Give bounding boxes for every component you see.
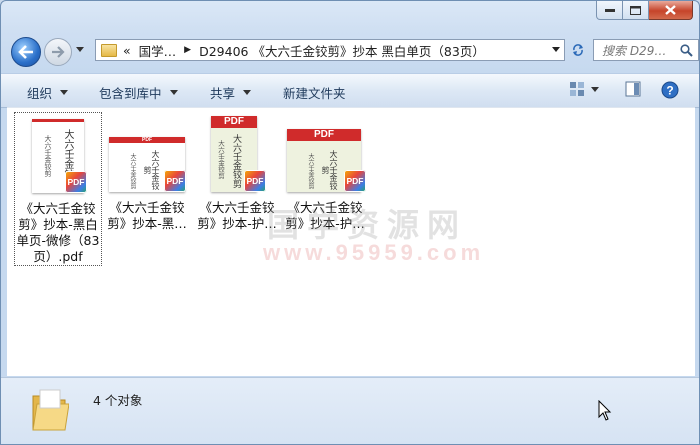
minimize-button[interactable] (596, 1, 623, 20)
include-in-library-menu[interactable]: 包含到库中 (99, 83, 178, 102)
cover-text: 大六壬金铰剪 (44, 135, 52, 177)
new-folder-button[interactable]: 新建文件夹 (283, 83, 346, 102)
chevron-down-icon (60, 90, 69, 95)
back-arrow-icon (18, 45, 33, 59)
forward-arrow-icon (52, 46, 65, 58)
file-item[interactable]: 大六壬金铰剪 大六壬金铰剪 PDF 《大六壬金铰剪》抄本-黑白单页-微修（83页… (14, 112, 102, 266)
breadcrumb-parent[interactable]: 国学… (139, 41, 177, 60)
command-bar: 组织 包含到库中 共享 新建文件夹 ? (1, 73, 699, 108)
maximize-button[interactable] (623, 1, 649, 20)
breadcrumb-separator-icon[interactable]: ▶ (184, 45, 191, 55)
details-pane: 4 个对象 (1, 377, 699, 444)
minimize-icon (604, 9, 615, 12)
refresh-icon (573, 44, 583, 56)
share-menu[interactable]: 共享 (210, 83, 252, 102)
search-placeholder: 搜索 D29… (602, 43, 667, 58)
pdf-band-label: PDF (109, 137, 185, 143)
close-icon (665, 5, 676, 15)
chevron-down-icon (169, 90, 178, 95)
pdf-badge-icon: PDF (164, 170, 186, 192)
refresh-button[interactable] (567, 39, 589, 61)
pdf-badge-icon: PDF (65, 171, 87, 193)
view-options-icon[interactable] (569, 81, 585, 97)
recent-pages-dropdown[interactable] (76, 47, 84, 52)
file-thumbnail: PDF 大六壬金铰剪 大六壬金铰剪 PDF (194, 112, 280, 196)
address-bar[interactable]: « 国学… ▶ D29406 《大六壬金铰剪》抄本 黑白单页（83页） (95, 39, 565, 61)
explorer-window: « 国学… ▶ D29406 《大六壬金铰剪》抄本 黑白单页（83页） 搜索 D… (0, 0, 700, 445)
chevron-down-icon (591, 87, 599, 92)
search-input[interactable]: 搜索 D29… (593, 39, 699, 61)
forward-button[interactable] (44, 38, 72, 66)
breadcrumb-current[interactable]: D29406 《大六壬金铰剪》抄本 黑白单页（83页） (199, 41, 485, 60)
cover-title: 大六壬金铰剪 (231, 134, 241, 188)
cover-text: 大六壬金铰剪 (307, 153, 314, 189)
pdf-band-label: PDF (211, 116, 257, 128)
search-icon[interactable] (680, 44, 693, 57)
mouse-cursor-icon (598, 400, 612, 421)
include-in-library-label: 包含到库中 (99, 86, 162, 101)
pdf-badge-icon: PDF (244, 170, 266, 192)
watermark-url: www.95959.com (263, 240, 485, 265)
cover-text: 大六壬金铰剪 (129, 153, 136, 189)
breadcrumb-overflow[interactable]: « (123, 43, 131, 58)
file-name: 《大六壬金铰剪》抄本-黑… (107, 200, 187, 231)
cover-title: 大六壬金铰剪 (143, 150, 160, 190)
file-name: 《大六壬金铰剪》抄本-黑白单页-微修（83页）.pdf (16, 201, 100, 264)
pdf-badge-icon: PDF (344, 170, 366, 192)
file-thumbnail: PDF 大六壬金铰剪 大六壬金铰剪 PDF (282, 112, 368, 196)
folder-icon (101, 43, 117, 57)
preview-pane-icon[interactable] (625, 81, 641, 97)
caption-buttons (596, 1, 693, 20)
address-dropdown-icon[interactable] (552, 47, 560, 52)
navigation-bar: « 国学… ▶ D29406 《大六壬金铰剪》抄本 黑白单页（83页） 搜索 D… (9, 35, 699, 67)
help-icon[interactable]: ? (661, 81, 679, 99)
pdf-band-label: PDF (287, 129, 361, 141)
cover-title: 大六壬金铰剪 (321, 149, 338, 190)
cover-text: 大六壬金铰剪 (216, 140, 225, 179)
organize-menu[interactable]: 组织 (27, 83, 69, 102)
new-folder-label: 新建文件夹 (283, 86, 346, 101)
close-button[interactable] (649, 1, 693, 20)
folder-icon (32, 389, 69, 431)
share-label: 共享 (210, 86, 236, 101)
organize-label: 组织 (27, 86, 53, 101)
svg-text:?: ? (666, 84, 673, 98)
file-thumbnail: 大六壬金铰剪 大六壬金铰剪 PDF (15, 113, 101, 197)
file-item[interactable]: PDF 大六壬金铰剪 大六壬金铰剪 PDF 《大六壬金铰剪》抄本-黑… (104, 112, 190, 232)
view-dropdown[interactable] (591, 87, 599, 92)
file-list[interactable]: 大六壬金铰剪 大六壬金铰剪 PDF 《大六壬金铰剪》抄本-黑白单页-微修（83页… (7, 107, 695, 376)
file-thumbnail: PDF 大六壬金铰剪 大六壬金铰剪 PDF (104, 112, 190, 196)
item-count: 4 个对象 (93, 393, 143, 408)
back-button[interactable] (11, 37, 41, 67)
chevron-down-icon (243, 90, 252, 95)
maximize-icon (630, 5, 641, 15)
